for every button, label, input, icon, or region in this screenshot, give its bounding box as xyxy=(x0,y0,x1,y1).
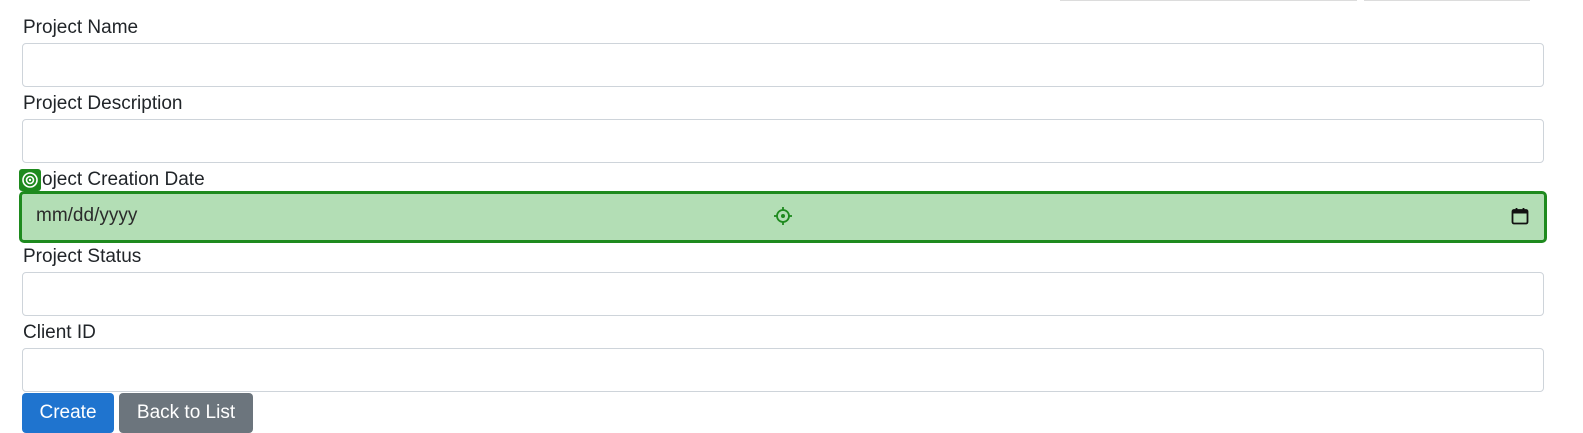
back-to-list-button[interactable]: Back to List xyxy=(119,393,253,433)
client-id-group: Client ID xyxy=(22,319,1546,395)
client-id-label: Client ID xyxy=(23,322,96,343)
project-name-input[interactable] xyxy=(22,43,1544,87)
target-icon xyxy=(19,169,41,191)
project-status-input[interactable] xyxy=(22,272,1544,316)
top-divider-right xyxy=(1364,0,1530,1)
create-button[interactable]: Create xyxy=(22,393,114,433)
crosshair-icon xyxy=(774,207,792,225)
create-project-form: Project Name Project Description oject C… xyxy=(19,14,1547,392)
project-name-group: Project Name xyxy=(22,14,1546,90)
project-description-group: Project Description xyxy=(22,90,1546,166)
project-creation-date-label: oject Creation Date xyxy=(42,169,205,190)
client-id-input[interactable] xyxy=(22,348,1544,392)
top-divider-left xyxy=(1060,0,1357,1)
date-placeholder: mm/dd/yyyy xyxy=(36,205,138,226)
calendar-icon[interactable] xyxy=(1510,206,1530,226)
project-status-label: Project Status xyxy=(23,246,142,267)
project-status-group: Project Status xyxy=(22,243,1546,319)
project-description-label: Project Description xyxy=(23,93,183,114)
project-creation-date-input[interactable]: mm/dd/yyyy xyxy=(19,191,1547,243)
project-name-label: Project Name xyxy=(23,17,139,38)
project-description-input[interactable] xyxy=(22,119,1544,163)
